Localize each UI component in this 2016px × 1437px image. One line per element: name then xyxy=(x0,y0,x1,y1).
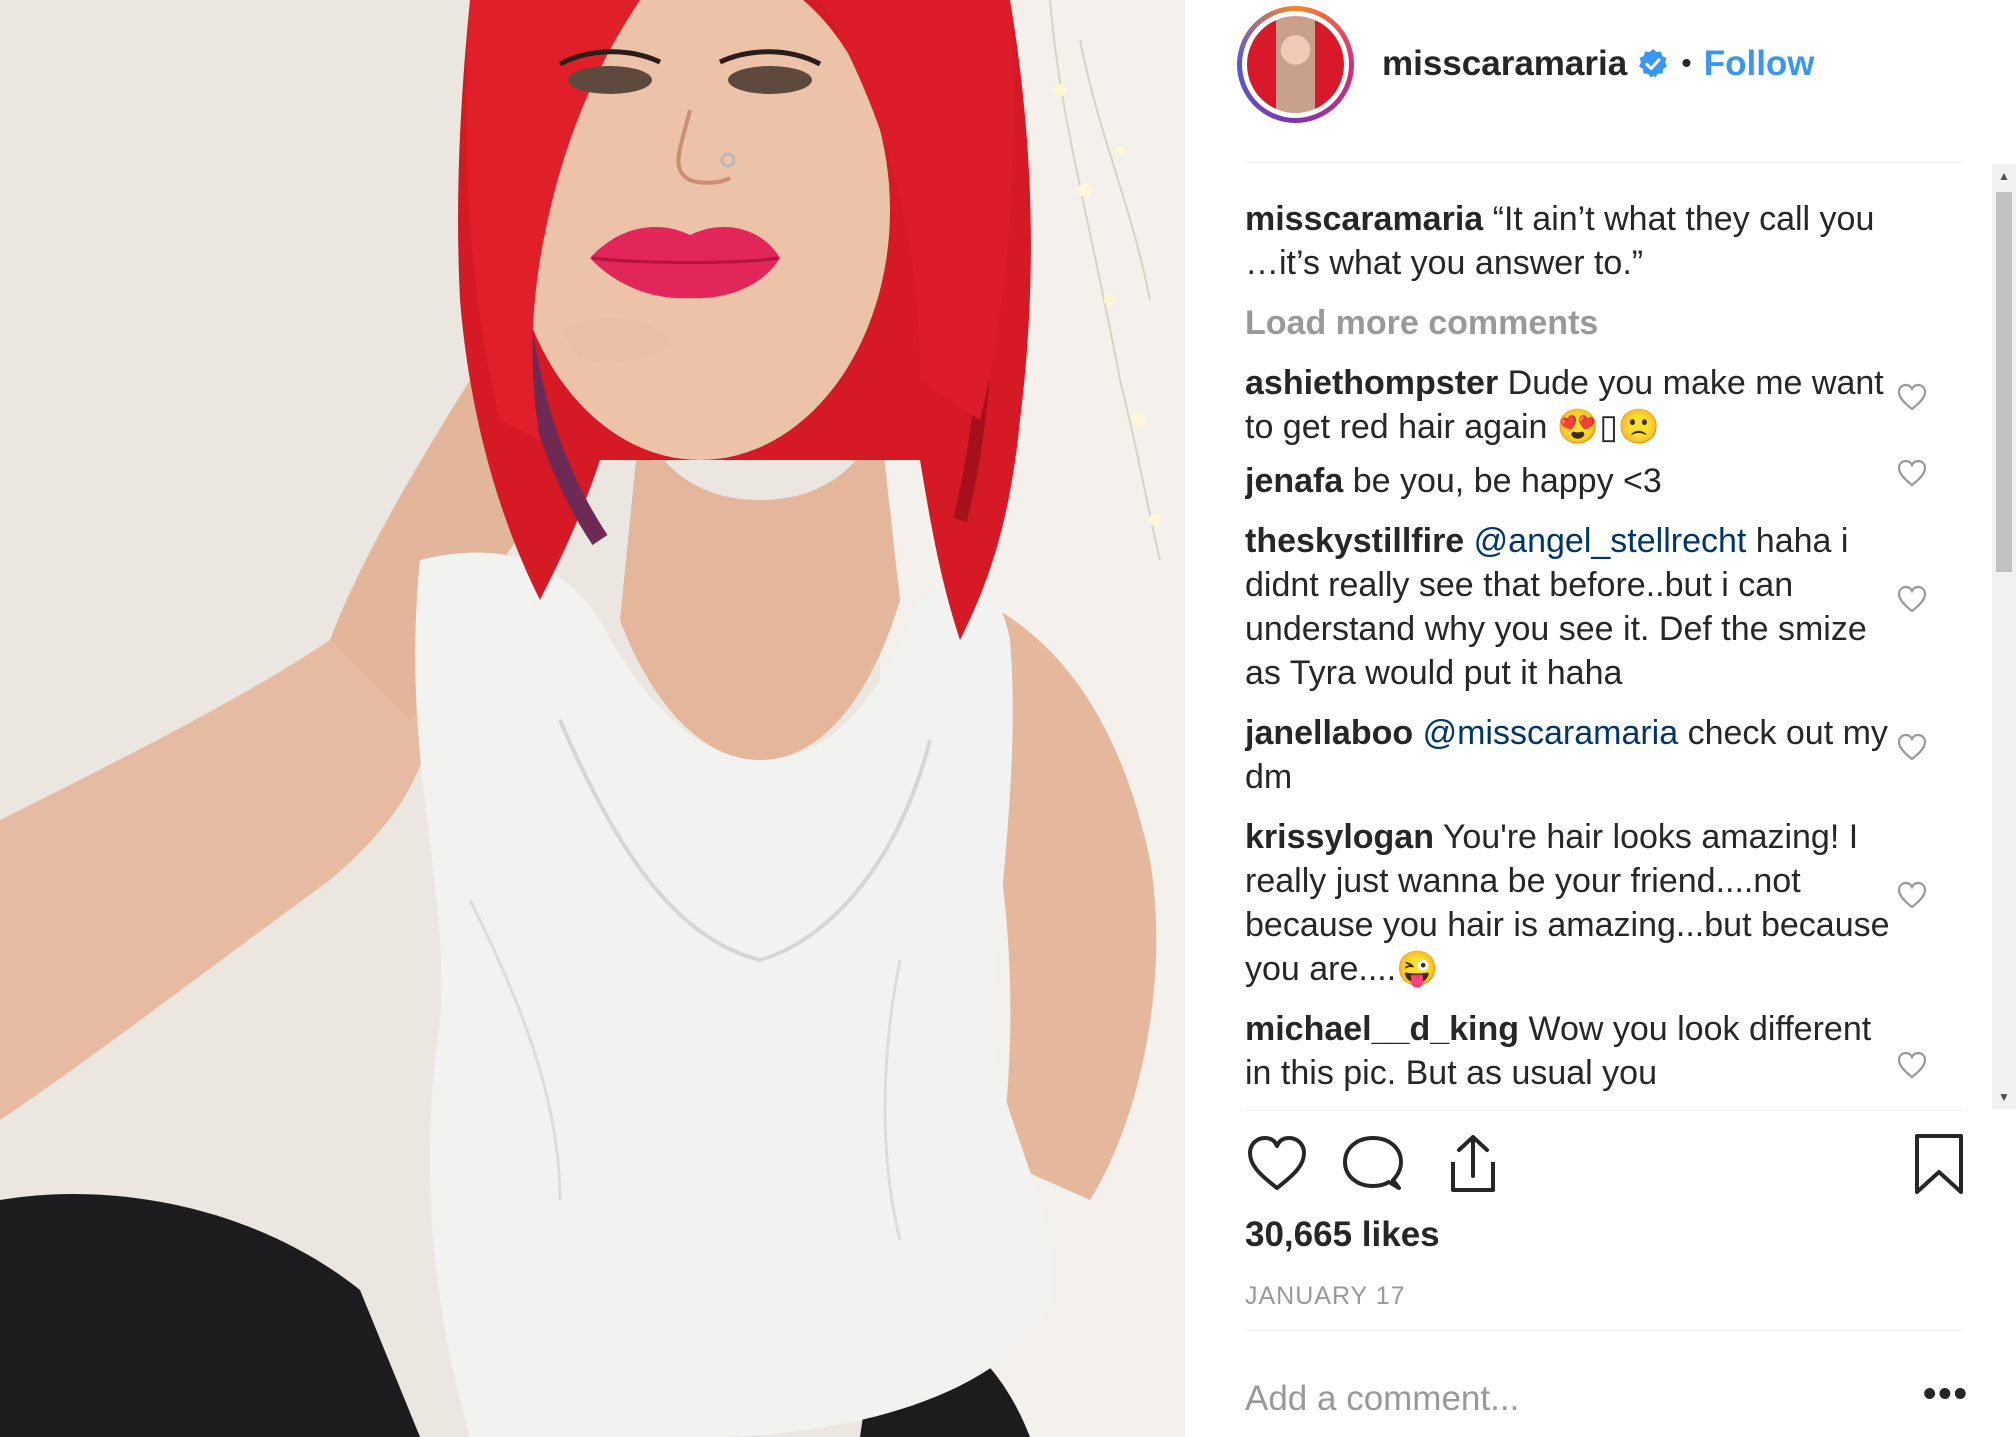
comment-item: janellaboo @misscaramaria check out my d… xyxy=(1245,711,1927,799)
follow-button[interactable]: Follow xyxy=(1704,44,1815,84)
header-divider xyxy=(1245,162,1963,163)
comment-username[interactable]: theskystillfire xyxy=(1245,522,1464,560)
avatar[interactable] xyxy=(1237,5,1354,123)
comment-username[interactable]: ashiethompster xyxy=(1245,364,1498,402)
post-header: misscaramaria • Follow xyxy=(1237,5,1937,123)
avatar-image xyxy=(1247,15,1344,113)
comment-username[interactable]: michael__d_king xyxy=(1245,1010,1519,1048)
post-photo-illustration xyxy=(0,0,1185,1437)
verified-badge-icon xyxy=(1637,48,1669,80)
comment-like-heart-icon[interactable] xyxy=(1897,459,1927,487)
comment-item: jenafa be you, be happy <3 xyxy=(1245,459,1927,503)
comment-item: krissylogan You're hair looks amazing! I… xyxy=(1245,815,1927,991)
comment-item: theskystillfire @angel_stellrecht haha i… xyxy=(1245,519,1927,695)
comment-text: be you, be happy <3 xyxy=(1352,462,1662,500)
comment-like-heart-icon[interactable] xyxy=(1897,1051,1927,1079)
share-upload-icon[interactable] xyxy=(1441,1132,1505,1196)
scroll-down-arrow-icon[interactable]: ▼ xyxy=(1992,1087,2016,1107)
comment-item: michael__d_king Wow you look different i… xyxy=(1245,1007,1927,1095)
comment-like-heart-icon[interactable] xyxy=(1897,881,1927,909)
comment-like-heart-icon[interactable] xyxy=(1897,383,1927,411)
comment-username[interactable]: jenafa xyxy=(1245,462,1343,500)
load-more-comments-button[interactable]: Load more comments xyxy=(1245,301,2015,345)
comments-list[interactable]: misscaramaria “It ain’t what they call y… xyxy=(1245,197,2015,1109)
comment-like-heart-icon[interactable] xyxy=(1897,585,1927,613)
more-options-button[interactable]: ••• xyxy=(1923,1373,1969,1416)
likes-count[interactable]: 30,665 likes xyxy=(1245,1215,1440,1255)
comment-username[interactable]: krissylogan xyxy=(1245,818,1434,856)
speech-bubble-icon[interactable] xyxy=(1341,1132,1405,1196)
caption-username[interactable]: misscaramaria xyxy=(1245,200,1483,238)
caption: misscaramaria “It ain’t what they call y… xyxy=(1245,197,1895,285)
avatar-inner xyxy=(1242,10,1349,118)
post-date[interactable]: JANUARY 17 xyxy=(1245,1282,1406,1311)
scroll-up-arrow-icon[interactable]: ▲ xyxy=(1992,166,2016,186)
action-bar xyxy=(1245,1132,1970,1200)
comment-like-heart-icon[interactable] xyxy=(1897,733,1927,761)
comments-scrollbar[interactable]: ▲ ▼ xyxy=(1992,164,2016,1109)
comment-username[interactable]: janellaboo xyxy=(1245,714,1413,752)
footer-divider xyxy=(1245,1330,1963,1331)
comment-mention-link[interactable]: @misscaramaria xyxy=(1423,714,1679,752)
post-photo[interactable] xyxy=(0,0,1185,1437)
header-username[interactable]: misscaramaria xyxy=(1382,44,1627,84)
comment-item: ashiethompster Dude you make me want to … xyxy=(1245,361,1927,449)
scrollbar-thumb[interactable] xyxy=(1996,192,2012,572)
add-comment-input[interactable] xyxy=(1245,1374,1825,1424)
header-separator: • xyxy=(1681,47,1692,80)
comments-divider xyxy=(1245,1110,1963,1111)
bookmark-icon[interactable] xyxy=(1907,1132,1971,1196)
heart-outline-icon[interactable] xyxy=(1245,1132,1309,1196)
post-side-panel: misscaramaria • Follow misscaramaria “It… xyxy=(1185,0,2016,1437)
comment-mention-link[interactable]: @angel_stellrecht xyxy=(1474,522,1747,560)
